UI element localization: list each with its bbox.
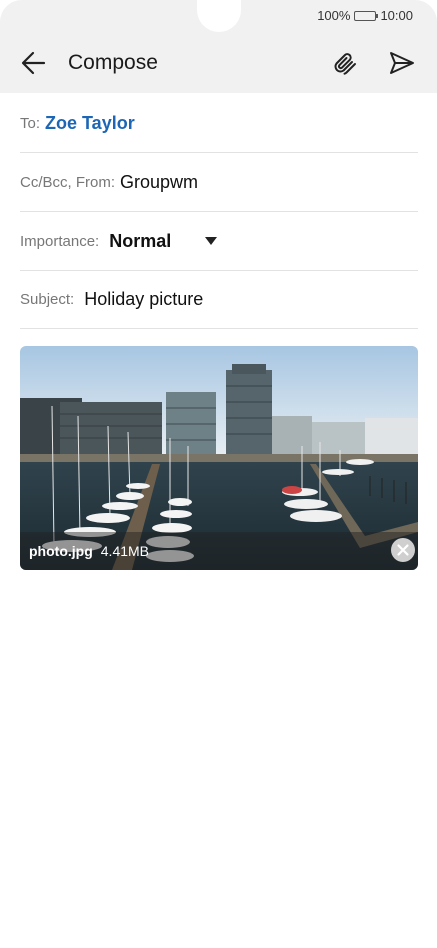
importance-field[interactable]: Importance: Normal	[20, 212, 418, 271]
back-button[interactable]	[20, 49, 48, 77]
attachment-size: 4.41MB	[100, 543, 150, 559]
send-button[interactable]	[388, 50, 416, 76]
camera-notch	[197, 0, 241, 32]
attach-button[interactable]	[332, 50, 358, 76]
status-bar: 100% 10:00	[317, 8, 413, 23]
arrow-left-icon	[21, 51, 46, 75]
battery-icon	[354, 10, 379, 21]
remove-attachment-button[interactable]	[391, 538, 415, 562]
header-area: 100% 10:00 Compose	[0, 0, 437, 93]
to-field[interactable]: To: Zoe Taylor	[20, 94, 418, 153]
recipient-chip[interactable]: Zoe Taylor	[45, 113, 135, 134]
status-time: 10:00	[380, 8, 413, 23]
from-value: Groupwm	[120, 171, 199, 192]
cc-bcc-from-field[interactable]: Cc/Bcc, From: Groupwm	[20, 153, 418, 212]
importance-label: Importance:	[20, 232, 100, 250]
cc-bcc-from-label: Cc/Bcc, From:	[20, 173, 116, 191]
subject-label: Subject:	[20, 290, 75, 308]
page-title: Compose	[68, 51, 158, 74]
paperclip-icon	[334, 53, 356, 75]
attachment-filename: photo.jpg	[29, 543, 93, 559]
close-icon	[397, 544, 409, 556]
attachment-thumbnail[interactable]: photo.jpg 4.41MB	[20, 346, 418, 570]
battery-percentage: 100%	[317, 8, 351, 23]
subject-field[interactable]: Subject: Holiday picture	[20, 270, 418, 329]
send-icon	[390, 52, 414, 74]
importance-value[interactable]: Normal	[109, 231, 171, 252]
subject-input[interactable]: Holiday picture	[84, 289, 203, 310]
compose-screen: 100% 10:00 Compose To: Zoe Taylor Cc/Bcc…	[0, 0, 437, 948]
to-label: To:	[20, 114, 41, 132]
toolbar: Compose	[0, 40, 437, 86]
attachment-filename-row: photo.jpg 4.41MB	[29, 543, 149, 559]
dropdown-arrow-icon[interactable]	[205, 237, 218, 245]
